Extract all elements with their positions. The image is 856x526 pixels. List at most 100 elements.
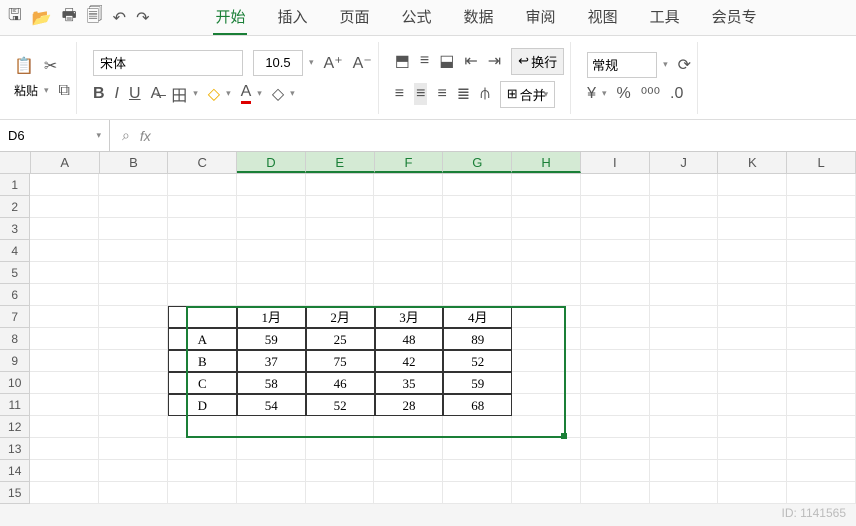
- cell[interactable]: [650, 394, 719, 416]
- cell[interactable]: [99, 438, 168, 460]
- cell[interactable]: [718, 438, 787, 460]
- cell[interactable]: 46: [306, 372, 375, 394]
- cell[interactable]: 3月: [375, 306, 444, 328]
- col-header[interactable]: C: [168, 152, 237, 173]
- cell[interactable]: [787, 438, 856, 460]
- row-header[interactable]: 14: [0, 460, 30, 482]
- cell[interactable]: [581, 328, 650, 350]
- cell[interactable]: [237, 438, 306, 460]
- cell[interactable]: [787, 350, 856, 372]
- redo-icon[interactable]: ↷: [136, 8, 149, 28]
- cell[interactable]: [168, 482, 237, 504]
- cell[interactable]: [306, 482, 375, 504]
- cell[interactable]: [718, 416, 787, 438]
- cell[interactable]: [787, 196, 856, 218]
- paste-icon[interactable]: 📋: [14, 56, 34, 76]
- cell[interactable]: 42: [375, 350, 444, 372]
- row-header[interactable]: 10: [0, 372, 30, 394]
- cell[interactable]: 54: [237, 394, 306, 416]
- cell[interactable]: [168, 460, 237, 482]
- cell[interactable]: 59: [443, 372, 512, 394]
- align-center-icon[interactable]: ≡: [414, 83, 427, 105]
- fx-icon[interactable]: fx: [140, 128, 151, 144]
- cell[interactable]: [512, 482, 581, 504]
- cell[interactable]: [30, 240, 99, 262]
- tab-view[interactable]: 视图: [586, 0, 620, 35]
- cell[interactable]: [168, 306, 237, 328]
- col-header[interactable]: I: [581, 152, 650, 173]
- cell[interactable]: [30, 416, 99, 438]
- cell[interactable]: [718, 306, 787, 328]
- chevron-down-icon[interactable]: ▾: [309, 57, 314, 68]
- chevron-down-icon[interactable]: ▾: [44, 85, 49, 96]
- cell[interactable]: [650, 460, 719, 482]
- cell[interactable]: [306, 284, 375, 306]
- cell[interactable]: [30, 350, 99, 372]
- cell[interactable]: [30, 306, 99, 328]
- cell[interactable]: [443, 240, 512, 262]
- open-icon[interactable]: 📂: [32, 8, 52, 28]
- chevron-down-icon[interactable]: ▾: [226, 88, 231, 99]
- cell[interactable]: 35: [375, 372, 444, 394]
- cell[interactable]: [168, 240, 237, 262]
- col-header[interactable]: D: [237, 152, 306, 173]
- align-left-icon[interactable]: ≡: [395, 85, 404, 103]
- cell[interactable]: [30, 394, 99, 416]
- cell[interactable]: [718, 394, 787, 416]
- paste-label[interactable]: 粘贴: [14, 82, 38, 99]
- cell[interactable]: [650, 196, 719, 218]
- row-header[interactable]: 3: [0, 218, 30, 240]
- cell[interactable]: [168, 284, 237, 306]
- cell[interactable]: [237, 262, 306, 284]
- cell[interactable]: [650, 174, 719, 196]
- formula-input[interactable]: [161, 128, 844, 143]
- name-box[interactable]: D6 ▾: [0, 120, 110, 151]
- bold-icon[interactable]: B: [93, 85, 105, 103]
- cell[interactable]: [581, 482, 650, 504]
- strikethrough-icon[interactable]: A̶: [151, 85, 162, 103]
- cell[interactable]: [787, 262, 856, 284]
- copy-icon[interactable]: ⧉: [59, 82, 70, 100]
- border-icon[interactable]: 田: [171, 82, 187, 106]
- cell[interactable]: [374, 482, 443, 504]
- row-header[interactable]: 5: [0, 262, 30, 284]
- cell[interactable]: [99, 174, 168, 196]
- cell[interactable]: [237, 196, 306, 218]
- font-name-select[interactable]: [93, 50, 243, 76]
- cell[interactable]: [99, 284, 168, 306]
- cell[interactable]: [99, 328, 168, 350]
- cell[interactable]: [718, 196, 787, 218]
- print-icon[interactable]: 🖶: [62, 4, 77, 31]
- cell[interactable]: B: [168, 350, 237, 372]
- cell[interactable]: [787, 416, 856, 438]
- comma-icon[interactable]: ⁰⁰⁰: [641, 84, 660, 104]
- cell[interactable]: [787, 482, 856, 504]
- refresh-icon[interactable]: ⟳: [678, 55, 691, 75]
- cell[interactable]: [99, 482, 168, 504]
- font-color-icon[interactable]: A: [241, 83, 252, 104]
- cell[interactable]: [30, 284, 99, 306]
- cell[interactable]: 1月: [237, 306, 306, 328]
- cell[interactable]: [787, 372, 856, 394]
- row-header[interactable]: 12: [0, 416, 30, 438]
- cell[interactable]: [99, 372, 168, 394]
- cell[interactable]: [443, 218, 512, 240]
- tab-formula[interactable]: 公式: [400, 0, 434, 35]
- col-header[interactable]: L: [787, 152, 856, 173]
- align-right-icon[interactable]: ≡: [437, 85, 446, 103]
- cell[interactable]: A: [168, 328, 237, 350]
- cell[interactable]: [168, 438, 237, 460]
- cell[interactable]: [650, 218, 719, 240]
- cell[interactable]: [581, 306, 650, 328]
- col-header[interactable]: J: [650, 152, 719, 173]
- cell[interactable]: [512, 438, 581, 460]
- cell[interactable]: [374, 460, 443, 482]
- cell[interactable]: [787, 328, 856, 350]
- cell[interactable]: [650, 350, 719, 372]
- cell[interactable]: [650, 482, 719, 504]
- cell[interactable]: [99, 240, 168, 262]
- cell[interactable]: [99, 460, 168, 482]
- cell[interactable]: [581, 460, 650, 482]
- chevron-down-icon[interactable]: ▾: [663, 59, 668, 70]
- cell[interactable]: D: [168, 394, 237, 416]
